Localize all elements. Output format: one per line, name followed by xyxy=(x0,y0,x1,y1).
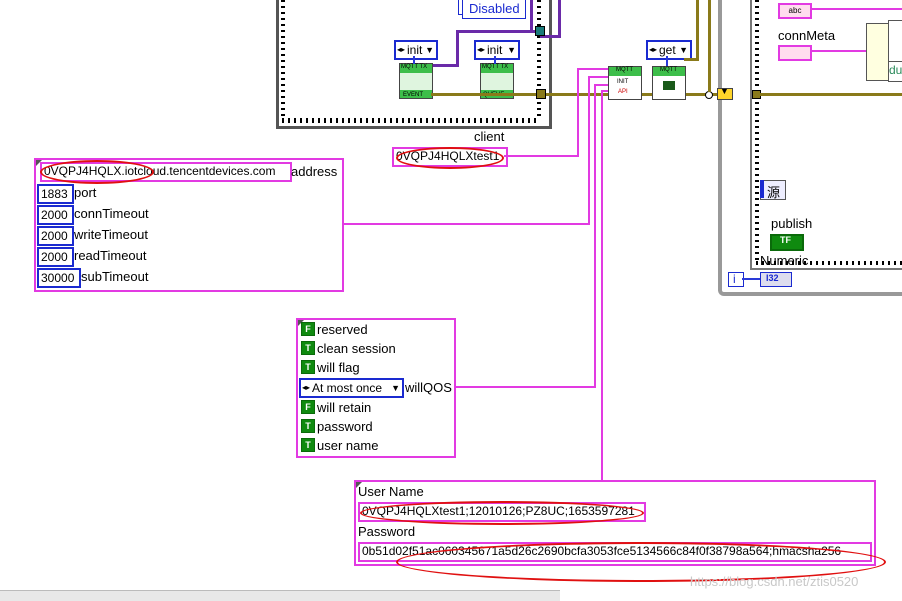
sub-timeout-field[interactable]: 30000 xyxy=(37,268,81,288)
purple-wire-b xyxy=(456,30,459,66)
caret-down-icon: ▼ xyxy=(720,86,729,96)
purple-wire-d xyxy=(530,0,533,32)
user-name-flag-label: user name xyxy=(317,438,379,453)
password-field[interactable]: 0b51d02f51ac060345671a5d26c2690bcfa3053f… xyxy=(358,542,872,562)
ring-arrows-icon: ◂▸ xyxy=(649,45,658,54)
write-timeout-label: writeTimeout xyxy=(74,227,148,242)
mqtt-tx-event-vi[interactable]: MQTT TX EVENT xyxy=(399,63,433,99)
clean-session-bool[interactable]: T xyxy=(301,341,315,355)
client-wire-h xyxy=(504,155,578,157)
horizontal-scrollbar[interactable] xyxy=(0,590,560,601)
port-field[interactable]: 1883 xyxy=(37,184,74,204)
address-wire-h2 xyxy=(588,76,608,78)
client-wire-h2 xyxy=(577,68,608,70)
username-label: User Name xyxy=(358,484,424,499)
will-retain-label: will retain xyxy=(317,400,372,415)
conn-timeout-field[interactable]: 2000 xyxy=(37,205,74,225)
client-wire-v xyxy=(577,68,579,157)
client-string-constant[interactable]: 0VQPJ4HQLXtest1 xyxy=(392,147,508,167)
olive-wire-top-v xyxy=(708,0,711,92)
address-wire-v xyxy=(588,76,590,225)
username-field[interactable]: 0VQPJ4HQLXtest1;12010126;PZ8UC;165359728… xyxy=(358,502,646,522)
cred-wire-v xyxy=(601,90,603,480)
frame-bottom-dots xyxy=(282,118,540,123)
address-wire-h xyxy=(342,223,590,225)
source-label: 源 xyxy=(767,185,781,200)
purple-wire-c xyxy=(430,64,459,67)
client-label: client xyxy=(474,129,505,144)
mqtt-init-api-vi[interactable]: MQTT INIT API xyxy=(608,66,642,100)
olive-wire-top-h xyxy=(684,58,699,61)
publish-label: publish xyxy=(771,216,813,231)
chevron-down-icon: ▼ xyxy=(679,45,688,55)
ring-arrows-icon: ◂▸ xyxy=(302,383,311,392)
purple-wire-a xyxy=(456,30,540,33)
connmeta-bundle-icon[interactable] xyxy=(778,45,812,61)
cred-wire-h2 xyxy=(601,90,608,92)
shift-register xyxy=(536,89,546,99)
sub-timeout-label: subTimeout xyxy=(81,269,149,284)
reserved-bool[interactable]: F xyxy=(301,322,315,336)
ring-arrows-icon: ◂▸ xyxy=(477,45,486,54)
i32-wire xyxy=(742,278,760,280)
source-bar xyxy=(760,180,764,198)
tunnel-box xyxy=(535,26,545,36)
ring-wire-3 xyxy=(666,56,668,66)
init-ring-2[interactable]: ◂▸ init ▼ xyxy=(474,40,520,60)
mqtt-get-vi[interactable]: MQTT xyxy=(652,66,686,100)
read-timeout-field[interactable]: 2000 xyxy=(37,247,74,267)
unbundle-node xyxy=(866,23,890,81)
disabled-corner xyxy=(458,0,463,15)
frame-right-dots xyxy=(537,0,541,118)
conn-timeout-label: connTimeout xyxy=(74,206,149,221)
abc-icon: abc xyxy=(778,3,812,19)
ring-arrows-icon: ◂▸ xyxy=(397,45,406,54)
watermark: https://blog.csdn.net/ztis0520 xyxy=(690,574,859,589)
numeric-label: Numeric xyxy=(760,253,809,268)
password-label: Password xyxy=(358,524,416,539)
address-field[interactable]: 0VQPJ4HQLX.iotcloud.tencentdevices.com xyxy=(40,162,292,182)
right-pink-wire xyxy=(810,8,902,10)
address-label: address xyxy=(291,164,338,179)
du-label: du xyxy=(889,63,902,77)
chevron-down-icon: ▼ xyxy=(391,383,400,393)
i32-indicator: I32 xyxy=(760,272,792,287)
case-selector[interactable]: ▼ xyxy=(717,86,733,100)
clean-session-label: clean session xyxy=(317,341,396,356)
port-label: port xyxy=(74,185,97,200)
read-timeout-label: readTimeout xyxy=(74,248,147,263)
get-ring[interactable]: ◂▸ get ▼ xyxy=(646,40,692,60)
will-qos-ring[interactable]: ◂▸ At most once ▼ xyxy=(299,378,404,398)
olive-wire-right xyxy=(759,93,902,96)
connmeta-wire xyxy=(810,50,868,52)
password-flag-label: password xyxy=(317,419,373,434)
unbundle-divider xyxy=(888,61,902,62)
chevron-down-icon: ▼ xyxy=(507,45,516,55)
ring-wire-1 xyxy=(413,56,415,64)
reserved-label: reserved xyxy=(317,322,368,337)
password-bool[interactable]: T xyxy=(301,419,315,433)
flags-wire-v xyxy=(594,84,596,388)
write-timeout-field[interactable]: 2000 xyxy=(37,226,74,246)
will-qos-label: willQOS xyxy=(405,380,452,395)
disabled-label: Disabled xyxy=(469,1,520,16)
chevron-down-icon: ▼ xyxy=(425,45,434,55)
will-flag-bool[interactable]: T xyxy=(301,360,315,374)
publish-bool-constant[interactable]: TF xyxy=(770,234,804,251)
frame-left-dots xyxy=(281,0,285,118)
init-ring-1[interactable]: ◂▸ init ▼ xyxy=(394,40,438,60)
user-name-bool[interactable]: T xyxy=(301,438,315,452)
purple-wire-e xyxy=(558,0,561,38)
flags-wire-h xyxy=(454,386,596,388)
ring-wire-2 xyxy=(494,56,496,64)
will-retain-bool[interactable]: F xyxy=(301,400,315,414)
flags-wire-h2 xyxy=(594,84,608,86)
connmeta-label: connMeta xyxy=(778,28,836,43)
disabled-case-box[interactable]: Disabled xyxy=(462,0,526,19)
chip-icon xyxy=(663,81,675,90)
wire-node xyxy=(705,91,713,99)
will-flag-label: will flag xyxy=(317,360,360,375)
right-dots xyxy=(755,0,759,262)
olive-wire-top-v2 xyxy=(696,0,699,60)
